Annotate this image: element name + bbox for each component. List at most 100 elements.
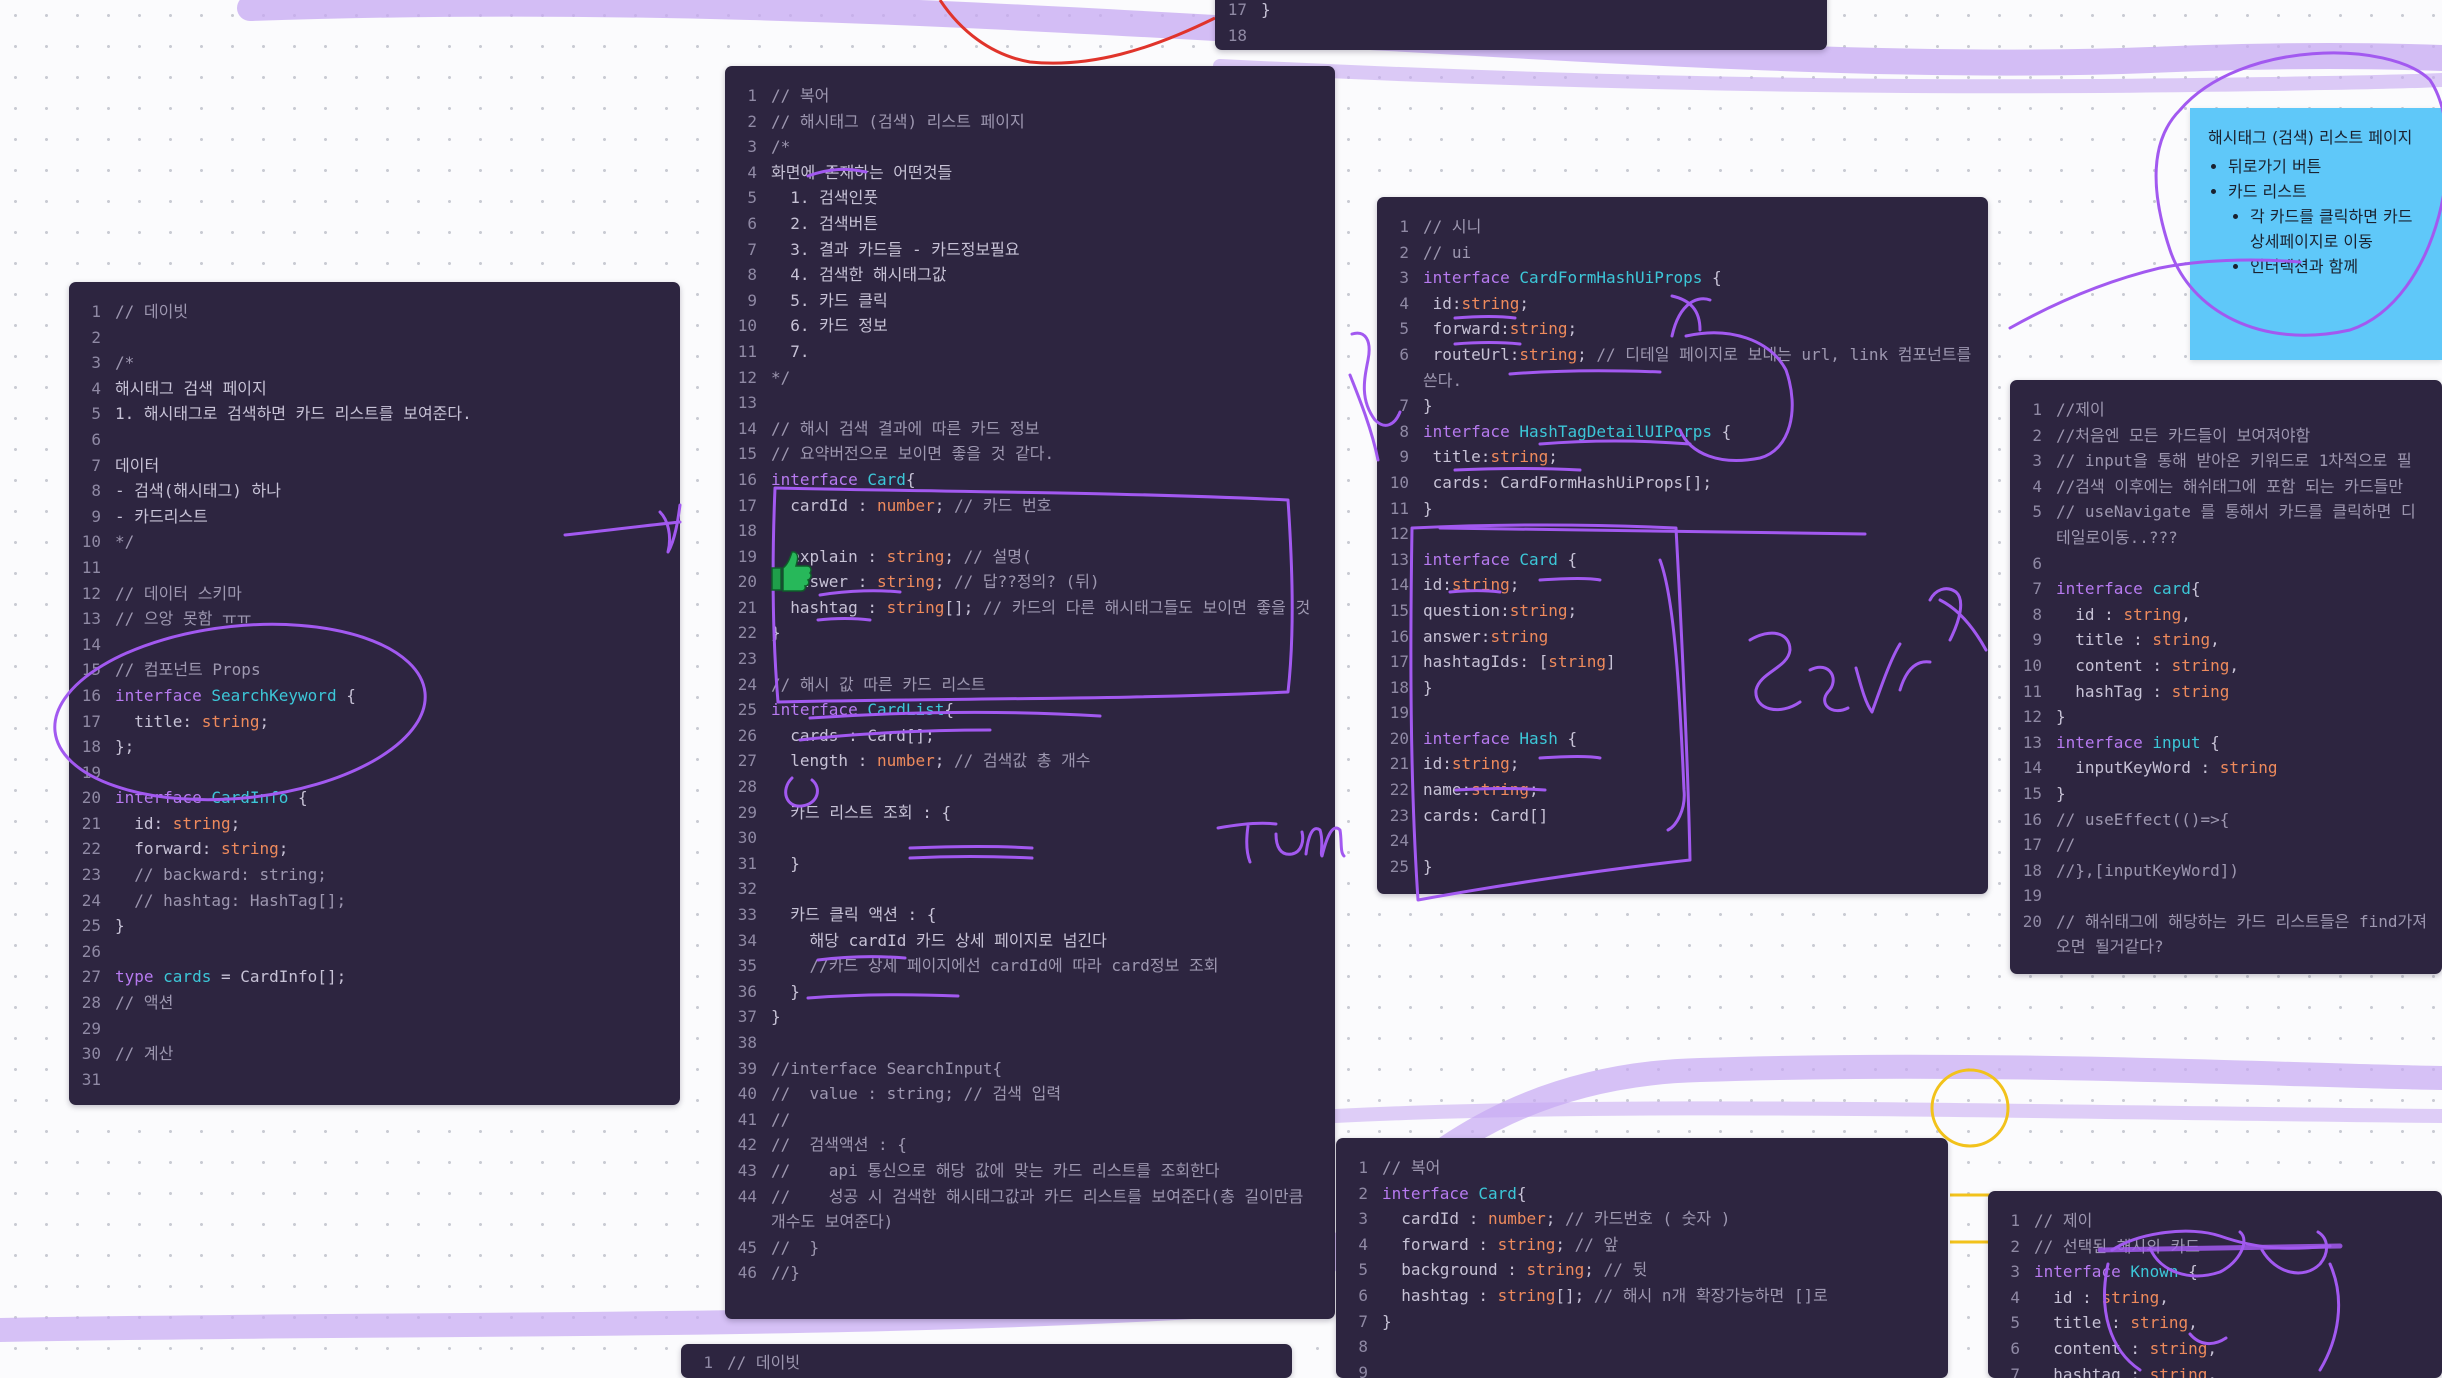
code-line[interactable]: 7} — [1377, 393, 1988, 419]
code-line[interactable]: 26 — [69, 939, 680, 965]
code-line[interactable]: 9 5. 카드 클릭 — [725, 288, 1335, 314]
code-line[interactable]: 2 // ui — [1377, 240, 1988, 266]
code-line[interactable]: 28 — [725, 774, 1335, 800]
sticky-note[interactable]: 해시태그 (검색) 리스트 페이지 뒤로가기 버튼 카드 리스트 각 카드를 클… — [2190, 108, 2442, 360]
code-line[interactable]: 14 inputKeyWord : string — [2010, 755, 2442, 781]
code-line[interactable]: 21 id:string; — [1377, 751, 1988, 777]
code-line[interactable]: 19 — [2010, 883, 2442, 909]
code-line[interactable]: 6 2. 검색버튼 — [725, 211, 1335, 237]
highlighter-stroke-top-lower[interactable] — [1213, 59, 2442, 94]
whiteboard-canvas[interactable]: 17} 18 1// 데이빗 2 3/* 4 해시태그 검색 페이지 5 1. 해시태그로 검… — [0, 0, 2442, 1378]
highlighter-stroke-bottom-2[interactable] — [1293, 1101, 2442, 1125]
code-line[interactable]: 3 interface Known { — [1988, 1259, 2442, 1285]
code-line[interactable]: 4 id:string; — [1377, 291, 1988, 317]
code-line[interactable]: 39 //interface SearchInput{ — [725, 1056, 1335, 1082]
red-ink-stroke[interactable] — [938, 0, 1216, 65]
code-line[interactable]: 29 — [69, 1016, 680, 1042]
code-line[interactable]: 29 카드 리스트 조회 : { — [725, 800, 1335, 826]
code-line[interactable]: 1 //제이 — [2010, 397, 2442, 423]
code-line[interactable]: 26 cards : Card[]; — [725, 723, 1335, 749]
code-line[interactable]: 24 — [1377, 828, 1988, 854]
yellow-ink-circle[interactable] — [1930, 1068, 2010, 1148]
code-line[interactable]: 27 type cards = CardInfo[]; — [69, 964, 680, 990]
code-line[interactable]: 10 cards: CardFormHashUiProps[]; — [1377, 470, 1988, 496]
code-line[interactable]: 4 화면에 존재하는 어떤것들 — [725, 160, 1335, 186]
code-line[interactable]: 7 데이터 — [69, 453, 680, 479]
code-line[interactable]: 43 // api 통신으로 해당 값에 맞는 카드 리스트를 조회한다 — [725, 1158, 1335, 1184]
code-line[interactable]: 38 — [725, 1030, 1335, 1056]
code-line[interactable]: 18 //},[inputKeyWord]) — [2010, 858, 2442, 884]
code-line[interactable]: 13 — [725, 390, 1335, 416]
code-line[interactable]: 11} — [1377, 496, 1988, 522]
code-line[interactable]: 16 interface SearchKeyword { — [69, 683, 680, 709]
code-line[interactable]: 6 — [69, 427, 680, 453]
code-line[interactable]: 20 answer : string; // 답??정의? (뒤) — [725, 569, 1335, 595]
code-line[interactable]: 22 name:string; — [1377, 777, 1988, 803]
code-line[interactable]: 14 // 해시 검색 결과에 따른 카드 정보 — [725, 416, 1335, 442]
code-line[interactable]: 12 */ — [725, 365, 1335, 391]
code-line[interactable]: 30 // 계산 — [69, 1041, 680, 1067]
code-line[interactable]: 2 // 선택된 해시의 카드 — [1988, 1234, 2442, 1260]
code-line[interactable]: 6 — [2010, 551, 2442, 577]
code-line[interactable]: 17 title: string; — [69, 709, 680, 735]
code-line[interactable]: 44 // 성공 시 검색한 해시태그값과 카드 리스트를 보여준다(총 길이만큼… — [725, 1184, 1335, 1235]
code-line[interactable]: 23 cards: Card[] — [1377, 803, 1988, 829]
code-line[interactable]: 40 // value : string; // 검색 입력 — [725, 1081, 1335, 1107]
code-line[interactable]: 5 title : string, — [1988, 1310, 2442, 1336]
code-line[interactable]: 10 6. 카드 정보 — [725, 313, 1335, 339]
code-line[interactable]: 20 interface CardInfo { — [69, 785, 680, 811]
code-line[interactable]: 3 cardId : number; // 카드번호 ( 숫자 ) — [1336, 1206, 1948, 1232]
code-line[interactable]: 7 3. 결과 카드들 - 카드정보필요 — [725, 237, 1335, 263]
code-line[interactable]: 32 — [725, 876, 1335, 902]
code-line[interactable]: 15 // 컴포넌트 Props — [69, 657, 680, 683]
code-line[interactable]: 20 interface Hash { — [1377, 726, 1988, 752]
code-line[interactable]: 1 // 데이빗 — [69, 299, 680, 325]
code-line[interactable]: 36 } — [725, 979, 1335, 1005]
code-line[interactable]: 45 // } — [725, 1235, 1335, 1261]
code-line[interactable]: 3 /* — [69, 350, 680, 376]
code-line[interactable]: 12} — [2010, 704, 2442, 730]
code-block-jay[interactable]: 1 //제이 2 //처음엔 모든 카드들이 보여져야함 3 // input을 통해 받… — [2010, 380, 2442, 974]
code-line[interactable]: 9 - 카드리스트 — [69, 504, 680, 530]
code-line[interactable]: 15 // 요약버전으로 보이면 좋을 것 같다. — [725, 441, 1335, 467]
code-line[interactable]: 21 id: string; — [69, 811, 680, 837]
code-line[interactable]: 18} — [1377, 675, 1988, 701]
code-line[interactable]: 24 // 해시 값 따른 카드 리스트 — [725, 672, 1335, 698]
code-line[interactable]: 4 해시태그 검색 페이지 — [69, 376, 680, 402]
code-line[interactable]: 31 } — [725, 851, 1335, 877]
code-line[interactable]: 5 background : string; // 뒷 — [1336, 1257, 1948, 1283]
code-line[interactable]: 15 question:string; — [1377, 598, 1988, 624]
code-line[interactable]: 22 forward: string; — [69, 836, 680, 862]
code-line[interactable]: 14 id:string; — [1377, 572, 1988, 598]
code-line[interactable]: 7 interface card{ — [2010, 576, 2442, 602]
code-line[interactable]: 18}; — [69, 734, 680, 760]
code-line[interactable]: 9 title:string; — [1377, 444, 1988, 470]
code-line[interactable]: 13 interface input { — [2010, 730, 2442, 756]
code-line[interactable]: 27 length : number; // 검색값 총 개수 — [725, 748, 1335, 774]
code-line[interactable]: 8 4. 검색한 해시태그값 — [725, 262, 1335, 288]
code-line[interactable]: 12 // 데이터 스키마 — [69, 581, 680, 607]
code-line[interactable]: 11 hashTag : string — [2010, 679, 2442, 705]
code-line[interactable]: 1 // 복어 — [1336, 1155, 1948, 1181]
code-line[interactable]: 8 — [1336, 1334, 1948, 1360]
code-line[interactable]: 8 interface HashTagDetailUIPorps { — [1377, 419, 1988, 445]
code-line[interactable]: 17} — [1215, 0, 1827, 23]
code-line[interactable]: 4 forward : string; // 앞 — [1336, 1232, 1948, 1258]
code-line[interactable]: 1 // 복어 — [725, 83, 1335, 109]
code-line[interactable]: 2 interface Card{ — [1336, 1181, 1948, 1207]
code-line[interactable]: 19 — [1377, 700, 1988, 726]
code-line[interactable]: 1 // 데이빗 — [681, 1350, 1292, 1376]
code-line[interactable]: 17 hashtagIds: [string] — [1377, 649, 1988, 675]
code-line[interactable]: 6 content : string, — [1988, 1336, 2442, 1362]
code-line[interactable]: 16 // useEffect(()=>{ — [2010, 807, 2442, 833]
code-line[interactable]: 18 — [1215, 23, 1827, 49]
code-line[interactable]: 6 hashtag : string[]; // 해시 n개 확장가능하면 []… — [1336, 1283, 1948, 1309]
code-line[interactable]: 15} — [2010, 781, 2442, 807]
code-line[interactable]: 23 — [725, 646, 1335, 672]
code-line[interactable]: 5 // useNavigate 를 통해서 카드를 클릭하면 디테일로이동..?… — [2010, 499, 2442, 550]
code-line[interactable]: 3 /* — [725, 134, 1335, 160]
code-line[interactable]: 6 routeUrl:string; // 디테일 페이지로 보내는 url, … — [1377, 342, 1988, 393]
code-line[interactable]: 16 interface Card{ — [725, 467, 1335, 493]
code-line[interactable]: 5 1. 검색인풋 — [725, 185, 1335, 211]
code-block-shini[interactable]: 1 // 시니 2 // ui 3 interface CardFormHashUiPro… — [1377, 197, 1988, 894]
